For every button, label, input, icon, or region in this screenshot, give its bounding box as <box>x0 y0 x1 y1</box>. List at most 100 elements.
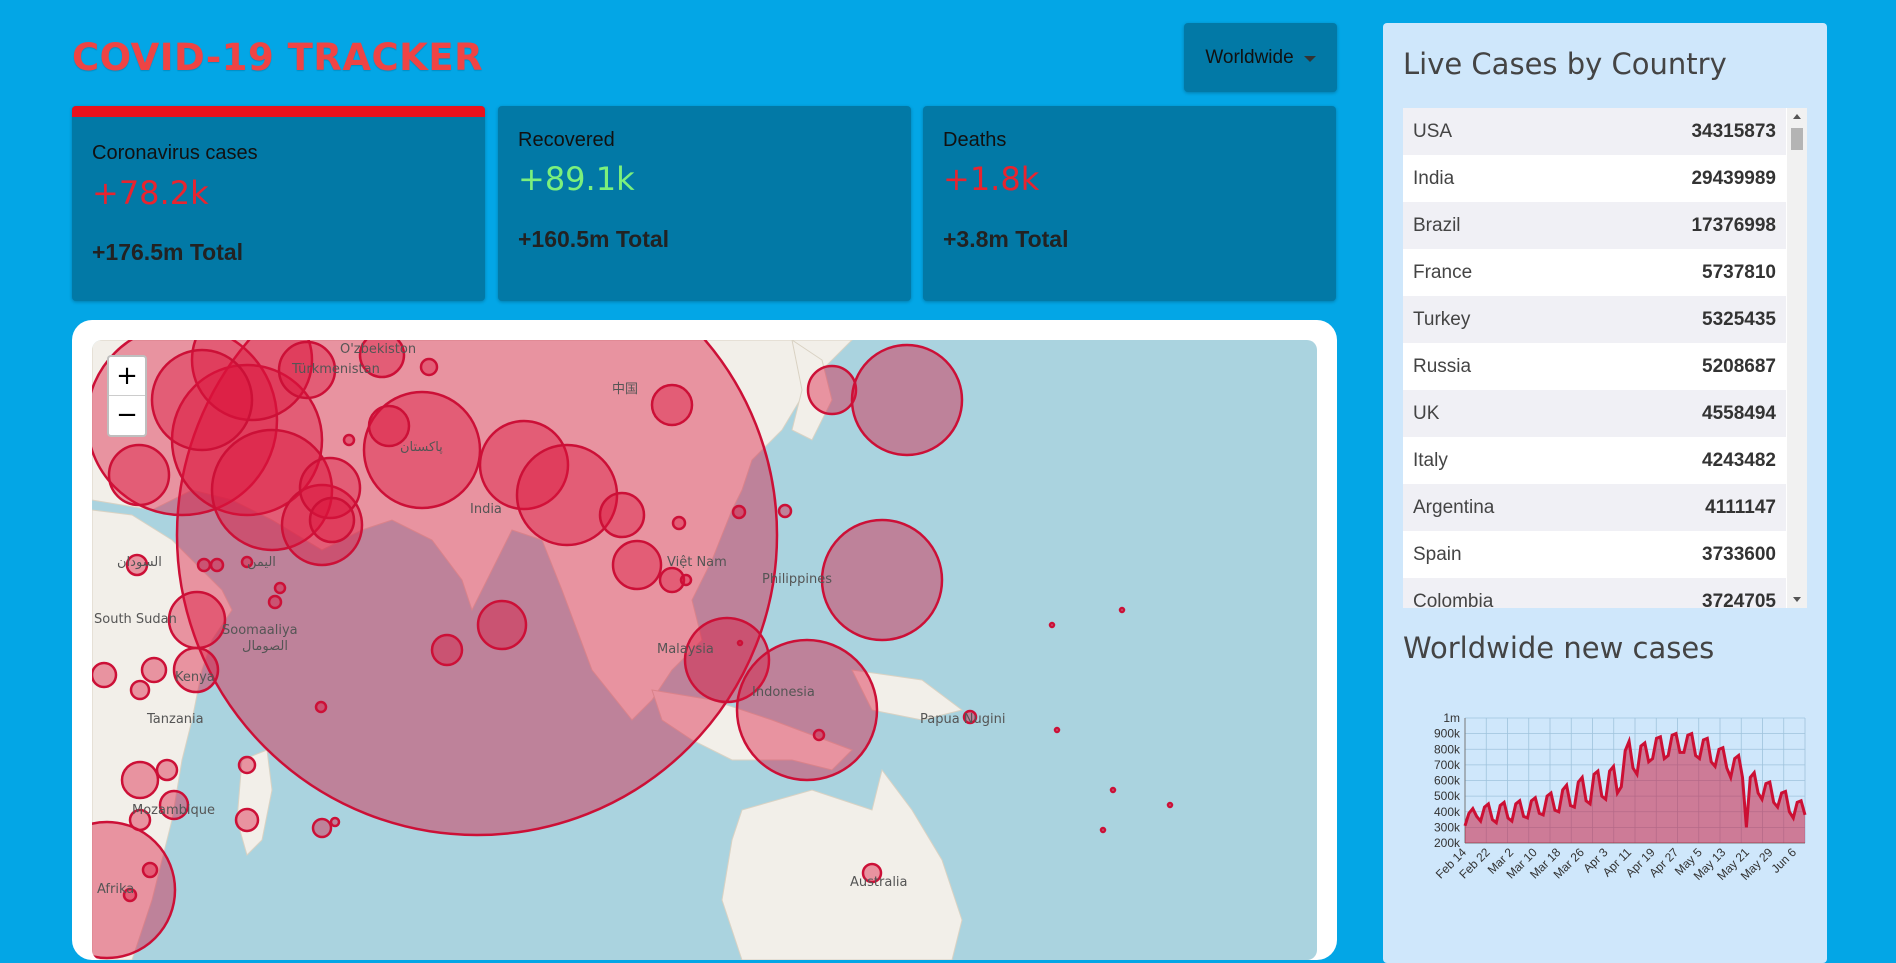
country-cases: 29439989 <box>1691 167 1776 189</box>
table-row: Spain 3733600 <box>1403 531 1786 578</box>
circle-nc <box>1099 826 1107 834</box>
country-select[interactable]: Worldwide <box>1184 23 1337 92</box>
circle-philippines <box>820 518 944 642</box>
circle-seychelles <box>314 700 328 714</box>
map-label: پاکستان <box>400 440 443 455</box>
circle-maldives <box>430 633 464 667</box>
country-cases: 4111147 <box>1705 496 1776 518</box>
circle-bangladesh <box>515 443 619 547</box>
circle-iraq <box>150 348 254 452</box>
circle-bahrain <box>273 581 287 595</box>
table-scrollbar[interactable] <box>1787 108 1807 608</box>
zoom-in-button[interactable]: + <box>109 357 145 396</box>
country-name: Argentina <box>1413 496 1495 518</box>
table-row: Argentina 4111147 <box>1403 484 1786 531</box>
y-tick-label: 900k <box>1434 727 1461 741</box>
circle-cambodia <box>679 573 693 587</box>
circle-myanmar <box>598 491 646 539</box>
table-row: Colombia 3724705 <box>1403 578 1786 608</box>
circle-mauritius <box>311 817 333 839</box>
table-row: Italy 4243482 <box>1403 437 1786 484</box>
new-cases-chart: 200k300k400k500k600k700k800k900k1mFeb 14… <box>1433 711 1807 883</box>
map-label: الصومال <box>242 639 288 654</box>
circle-yemen <box>107 443 171 507</box>
circle-solomon <box>1053 726 1061 734</box>
deaths-value: +1.8k <box>943 160 1040 198</box>
country-cases: 17376998 <box>1691 214 1776 236</box>
circle-korea <box>806 364 858 416</box>
country-name: Russia <box>1413 355 1472 377</box>
circle-guam <box>1118 606 1126 614</box>
circle-palau <box>1048 621 1056 629</box>
map-label: Tanzania <box>147 712 204 727</box>
circle-zambia <box>120 760 160 800</box>
y-tick-label: 1m <box>1443 711 1460 725</box>
circle-china <box>650 383 694 427</box>
table-row: Russia 5208687 <box>1403 343 1786 390</box>
circle-fiji <box>1166 801 1174 809</box>
map-label: Afrika <box>97 882 135 897</box>
circle-comoros <box>237 755 257 775</box>
country-cases: 4558494 <box>1702 402 1776 424</box>
scroll-up-icon[interactable] <box>1793 114 1801 119</box>
country-cases: 5737810 <box>1702 261 1776 283</box>
circle-laos <box>671 515 687 531</box>
map-label: Soomaaliya <box>222 623 298 638</box>
table-row: India 29439989 <box>1403 155 1786 202</box>
map-label: Indonesia <box>752 685 815 700</box>
y-tick-label: 600k <box>1434 774 1461 788</box>
circle-srilanka <box>476 599 528 651</box>
active-card-indicator <box>72 106 485 117</box>
y-tick-label: 700k <box>1434 758 1461 772</box>
app-title: COVID-19 TRACKER <box>72 36 484 79</box>
circle-timor <box>812 728 826 742</box>
map-label: Türkmenistan <box>292 362 380 377</box>
y-tick-label: 400k <box>1434 805 1461 819</box>
map-label: 中国 <box>612 382 639 397</box>
map-label: Mozambique <box>132 803 215 818</box>
deaths-total: +3.8m Total <box>943 226 1069 252</box>
country-name: Turkey <box>1413 308 1471 330</box>
circle-lesotho <box>141 861 159 879</box>
country-cases: 5325435 <box>1702 308 1776 330</box>
country-name: Italy <box>1413 449 1448 471</box>
circle-mideast <box>419 357 439 377</box>
circle-madagascar <box>234 807 260 833</box>
circle-sudan <box>92 661 118 689</box>
circle-sudan2 <box>196 557 212 573</box>
table-row: UK 4558494 <box>1403 390 1786 437</box>
sidebar: Live Cases by Country USA 34315873 India 2… <box>1383 23 1827 963</box>
world-map[interactable]: + − O'zbekiston Türkmenistan 中国 پاکستان … <box>92 340 1317 960</box>
country-name: UK <box>1413 402 1440 424</box>
chart-title: Worldwide new cases <box>1403 631 1715 665</box>
recovered-card[interactable]: Recovered +89.1k +160.5m Total <box>498 106 911 301</box>
country-select-value: Worldwide <box>1205 46 1294 68</box>
country-name: Brazil <box>1413 214 1461 236</box>
circle-malawi <box>155 758 179 782</box>
recovered-total: +160.5m Total <box>518 226 670 252</box>
scrollbar-thumb[interactable] <box>1791 128 1803 150</box>
map-label: Australia <box>850 875 908 890</box>
cases-value: +78.2k <box>92 174 209 212</box>
circle-vanuatu <box>1109 786 1117 794</box>
zoom-out-button[interactable]: − <box>109 396 145 434</box>
circle-reunion <box>329 816 341 828</box>
country-table-body: USA 34315873 India 29439989 Brazil 17376998… <box>1403 108 1807 608</box>
table-row: France 5737810 <box>1403 249 1786 296</box>
table-row: Turkey 5325435 <box>1403 296 1786 343</box>
circle-qatar <box>342 433 356 447</box>
cases-label: Coronavirus cases <box>92 142 258 164</box>
cases-card[interactable]: Coronavirus cases +78.2k +176.5m Total <box>72 106 485 301</box>
country-name: Spain <box>1413 543 1462 565</box>
scroll-down-icon[interactable] <box>1793 597 1801 602</box>
deaths-card[interactable]: Deaths +1.8k +3.8m Total <box>923 106 1336 301</box>
circle-japan <box>850 343 964 457</box>
country-table[interactable]: USA 34315873 India 29439989 Brazil 17376998… <box>1403 108 1807 608</box>
chevron-down-icon <box>1303 55 1316 62</box>
map-label: Papua Nugini <box>920 712 1006 727</box>
circle-thailand <box>611 539 663 591</box>
y-tick-label: 300k <box>1434 820 1461 834</box>
country-cases: 3724705 <box>1702 590 1776 609</box>
cases-total: +176.5m Total <box>92 239 244 265</box>
country-cases: 34315873 <box>1691 120 1776 142</box>
